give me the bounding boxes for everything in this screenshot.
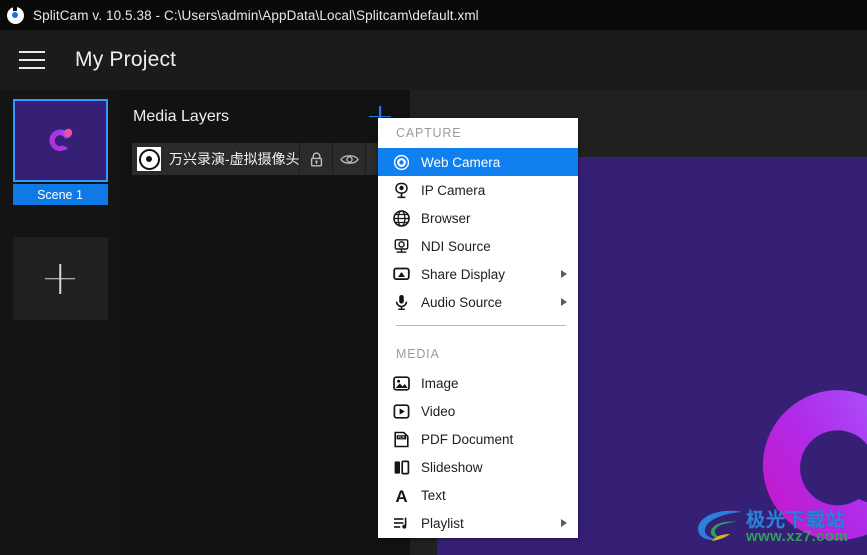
menu-item-video[interactable]: Video	[378, 397, 578, 425]
text-icon: A	[388, 482, 414, 508]
menu-item-playlist[interactable]: Playlist	[378, 509, 578, 537]
menu-item-label: NDI Source	[421, 238, 491, 254]
menu-item-ndi-source[interactable]: NDI Source	[378, 232, 578, 260]
chevron-right-icon	[561, 298, 567, 306]
pdf-icon: PDF	[388, 426, 414, 452]
eye-icon[interactable]	[332, 143, 365, 175]
scene-thumbnail[interactable]	[12, 99, 108, 182]
ip-camera-icon	[388, 177, 414, 203]
layer-name: 万兴录演-虚拟摄像头	[169, 151, 299, 167]
menu-item-label: Slideshow	[421, 459, 483, 475]
playlist-icon	[388, 510, 414, 536]
menu-item-label: Playlist	[421, 515, 464, 531]
menu-section-media-title: MEDIA	[396, 347, 440, 361]
menu-item-label: IP Camera	[421, 182, 486, 198]
scene-item-1[interactable]: Scene 1	[0, 90, 120, 205]
media-layers-panel: Media Layers 万兴录演-虚拟摄像头	[120, 90, 410, 555]
menu-divider	[378, 325, 578, 339]
add-source-menu[interactable]: CAPTURE Web Camera IP Camera Browser NDI…	[378, 118, 578, 538]
monitor-icon	[388, 261, 414, 287]
window-title: SplitCam v. 10.5.38 - C:\Users\admin\App…	[33, 7, 479, 23]
scenes-panel: Scene 1	[0, 90, 120, 555]
menu-item-label: Image	[421, 375, 459, 391]
image-icon	[388, 370, 414, 396]
splitcam-logo-icon	[0, 0, 30, 30]
menu-item-share-display[interactable]: Share Display	[378, 260, 578, 288]
menu-item-label: Text	[421, 487, 446, 503]
menu-item-label: Audio Source	[421, 294, 503, 310]
target-icon	[137, 147, 161, 171]
menu-item-label: Web Camera	[421, 154, 501, 170]
globe-icon	[388, 205, 414, 231]
app-header: My Project	[0, 30, 867, 90]
menu-item-label: Video	[421, 403, 456, 419]
ndi-icon	[388, 233, 414, 259]
menu-section-capture-title: CAPTURE	[396, 126, 462, 140]
table-row[interactable]: 万兴录演-虚拟摄像头	[132, 143, 398, 175]
menu-item-image[interactable]: Image	[378, 369, 578, 397]
splitcam-ring-logo	[762, 390, 867, 541]
menu-item-label: Share Display	[421, 266, 506, 282]
menu-item-slideshow[interactable]: Slideshow	[378, 453, 578, 481]
svg-text:A: A	[395, 487, 407, 504]
menu-item-browser[interactable]: Browser	[378, 204, 578, 232]
menu-item-label: PDF Document	[421, 431, 514, 447]
chevron-right-icon	[561, 519, 567, 527]
title-bar: SplitCam v. 10.5.38 - C:\Users\admin\App…	[0, 0, 867, 30]
media-layers-title: Media Layers	[133, 107, 230, 125]
slideshow-icon	[388, 454, 414, 480]
menu-item-pdf-document[interactable]: PDF PDF Document	[378, 425, 578, 453]
page-title: My Project	[75, 48, 177, 71]
add-scene-button[interactable]	[12, 237, 108, 320]
menu-item-text[interactable]: A Text	[378, 481, 578, 509]
splitcam-ring-logo-icon	[49, 128, 73, 151]
microphone-icon	[388, 289, 414, 315]
hamburger-icon[interactable]	[19, 51, 45, 69]
lock-icon[interactable]	[299, 143, 332, 175]
webcam-icon	[388, 149, 414, 175]
scene-label[interactable]: Scene 1	[12, 184, 108, 205]
splitcam-window: SplitCam v. 10.5.38 - C:\Users\admin\App…	[0, 0, 867, 555]
chevron-right-icon	[561, 270, 567, 278]
svg-text:PDF: PDF	[397, 435, 405, 439]
menu-item-web-camera[interactable]: Web Camera	[378, 148, 578, 176]
media-layers-header: Media Layers	[120, 90, 410, 143]
menu-item-audio-source[interactable]: Audio Source	[378, 288, 578, 316]
video-icon	[388, 398, 414, 424]
menu-item-ip-camera[interactable]: IP Camera	[378, 176, 578, 204]
menu-item-label: Browser	[421, 210, 471, 226]
